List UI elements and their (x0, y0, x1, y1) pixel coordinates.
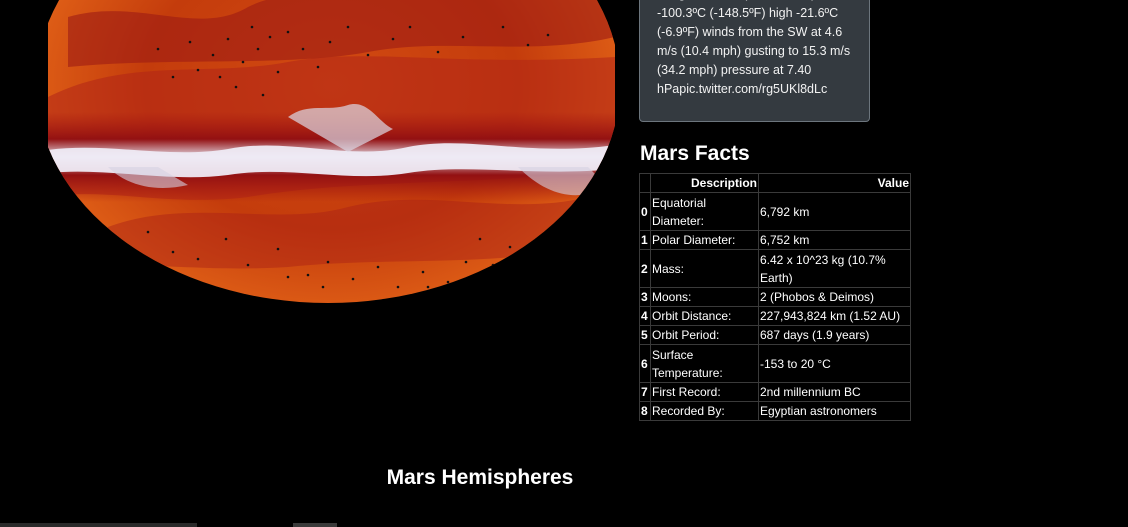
row-index: 0 (639, 192, 651, 231)
table-header-row: Description Value (639, 173, 911, 193)
row-description: Polar Diameter: (650, 230, 759, 250)
row-value: 6,752 km (758, 230, 911, 250)
sky-map-graphic (48, 0, 615, 303)
row-index: 3 (639, 287, 651, 307)
scrollbar-thumb[interactable] (293, 523, 337, 527)
page: InSight sol 159 (2019-05-08) low -100.3º… (0, 0, 1128, 527)
horizontal-scrollbar[interactable] (0, 523, 1128, 527)
row-value: Egyptian astronomers (758, 401, 911, 421)
row-index: 2 (639, 249, 651, 288)
facts-title: Mars Facts (640, 142, 750, 165)
row-value: 6.42 x 10^23 kg (10.7% Earth) (758, 249, 911, 288)
table-row: 2 Mass: 6.42 x 10^23 kg (10.7% Earth) (639, 249, 911, 288)
row-description: First Record: (650, 382, 759, 402)
row-index: 1 (639, 230, 651, 250)
weather-text: InSight sol 159 (2019-05-08) low -100.3º… (657, 0, 851, 96)
row-description: Recorded By: (650, 401, 759, 421)
row-index: 7 (639, 382, 651, 402)
table-row: 4 Orbit Distance: 227,943,824 km (1.52 A… (639, 306, 911, 326)
row-value: -153 to 20 °C (758, 344, 911, 383)
table-row: 3 Moons: 2 (Phobos & Deimos) (639, 287, 911, 307)
table-row: 7 First Record: 2nd millennium BC (639, 382, 911, 402)
facts-table: Description Value 0 Equatorial Diameter:… (639, 173, 911, 421)
table-row: 6 Surface Temperature: -153 to 20 °C (639, 344, 911, 383)
row-value: 6,792 km (758, 192, 911, 231)
row-description: Equatorial Diameter: (650, 192, 759, 231)
row-value: 2nd millennium BC (758, 382, 911, 402)
row-description: Mass: (650, 249, 759, 288)
description-header: Description (650, 173, 759, 193)
index-header (639, 173, 651, 193)
row-value: 687 days (1.9 years) (758, 325, 911, 345)
hemispheres-title: Mars Hemispheres (386, 466, 574, 489)
row-index: 6 (639, 344, 651, 383)
value-header: Value (758, 173, 911, 193)
table-row: 0 Equatorial Diameter: 6,792 km (639, 192, 911, 231)
row-index: 8 (639, 401, 651, 421)
row-description: Orbit Period: (650, 325, 759, 345)
row-index: 5 (639, 325, 651, 345)
mars-weather-tweet: InSight sol 159 (2019-05-08) low -100.3º… (639, 0, 870, 122)
featured-image[interactable] (48, 0, 615, 304)
row-description: Surface Temperature: (650, 344, 759, 383)
row-description: Moons: (650, 287, 759, 307)
table-row: 1 Polar Diameter: 6,752 km (639, 230, 911, 250)
row-value: 2 (Phobos & Deimos) (758, 287, 911, 307)
row-index: 4 (639, 306, 651, 326)
table-row: 8 Recorded By: Egyptian astronomers (639, 401, 911, 421)
table-row: 5 Orbit Period: 687 days (1.9 years) (639, 325, 911, 345)
scrollbar-track-segment (0, 523, 197, 527)
row-description: Orbit Distance: (650, 306, 759, 326)
row-value: 227,943,824 km (1.52 AU) (758, 306, 911, 326)
